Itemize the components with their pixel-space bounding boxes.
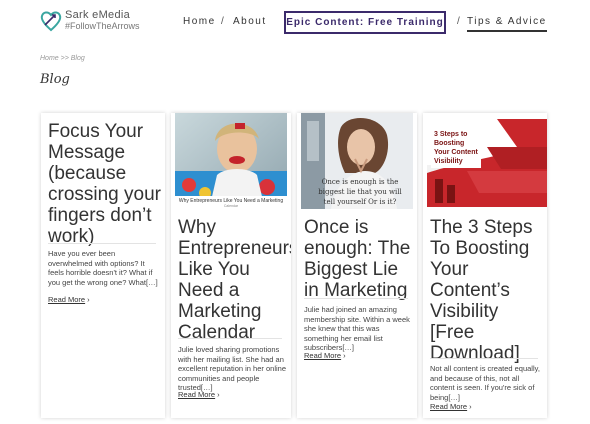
- free-training-button[interactable]: Epic Content: Free Training: [284, 11, 446, 34]
- nav-separator: /: [221, 16, 226, 27]
- post-title[interactable]: Once is enough: The Biggest Lie in Marke…: [304, 217, 417, 301]
- nav-separator: /: [457, 16, 462, 27]
- post-title[interactable]: Focus Your Message (because crossing you…: [48, 121, 165, 247]
- chevron-right-icon: ›: [217, 390, 220, 399]
- chevron-right-icon: ›: [87, 295, 90, 304]
- logo-name: Sark eMedia: [65, 9, 131, 21]
- divider: [304, 298, 408, 299]
- read-more-link[interactable]: Read More ›: [48, 295, 90, 304]
- read-more-label: Read More: [178, 390, 216, 399]
- read-more-label: Read More: [304, 351, 342, 360]
- read-more-label: Read More: [430, 402, 468, 411]
- post-card: Focus Your Message (because crossing you…: [41, 113, 165, 418]
- thumbnail-heading: 3 Steps to Boosting Your Content Visibil…: [431, 128, 481, 168]
- read-more-link[interactable]: Read More ›: [178, 390, 220, 399]
- post-card: 3 Steps to Boosting Your Content Visibil…: [423, 113, 547, 418]
- page-title: Blog: [40, 72, 70, 87]
- thumbnail-subcaption: Calendar: [223, 204, 239, 208]
- post-excerpt: Have you ever been overwhelmed with opti…: [48, 249, 158, 287]
- divider: [48, 243, 156, 244]
- post-thumbnail[interactable]: Why Entrepreneurs Like You Need a Market…: [175, 113, 287, 209]
- post-excerpt: Julie loved sharing promotions with her …: [178, 345, 286, 392]
- divider: [430, 358, 538, 359]
- thumbnail-caption: Why Entrepreneurs Like You Need a Market…: [175, 196, 287, 209]
- post-title[interactable]: Why Entrepreneurs Like You Need a Market…: [178, 217, 291, 343]
- site-header: Sark eMedia #FollowTheArrows Home / Abou…: [0, 0, 590, 46]
- post-card: Once is enough is the biggest lie that y…: [297, 113, 417, 418]
- divider: [178, 338, 282, 339]
- chevron-right-icon: ›: [469, 402, 472, 411]
- site-logo[interactable]: Sark eMedia #FollowTheArrows: [40, 9, 140, 33]
- thumbnail-caption: Once is enough is the biggest lie that y…: [318, 178, 402, 206]
- breadcrumb: Home >> Blog: [40, 55, 85, 62]
- nav-about-link[interactable]: About: [233, 16, 267, 27]
- post-excerpt: Not all content is created equally, and …: [430, 364, 540, 402]
- post-excerpt: Julie had joined an amazing membership s…: [304, 305, 410, 352]
- post-thumbnail[interactable]: 3 Steps to Boosting Your Content Visibil…: [427, 113, 547, 207]
- read-more-link[interactable]: Read More ›: [304, 351, 346, 360]
- post-title[interactable]: The 3 Steps To Boosting Your Content’s V…: [430, 217, 547, 364]
- post-card: Why Entrepreneurs Like You Need a Market…: [171, 113, 291, 418]
- nav-tips-link[interactable]: Tips & Advice: [467, 16, 547, 32]
- logo-tagline: #FollowTheArrows: [65, 21, 140, 31]
- chevron-right-icon: ›: [343, 351, 346, 360]
- post-thumbnail[interactable]: Once is enough is the biggest lie that y…: [301, 113, 413, 209]
- read-more-link[interactable]: Read More ›: [430, 402, 472, 411]
- heart-arrow-icon: [40, 11, 62, 32]
- read-more-label: Read More: [48, 295, 86, 304]
- woman-laughing-photo: [175, 113, 287, 209]
- nav-home-link[interactable]: Home: [183, 16, 216, 27]
